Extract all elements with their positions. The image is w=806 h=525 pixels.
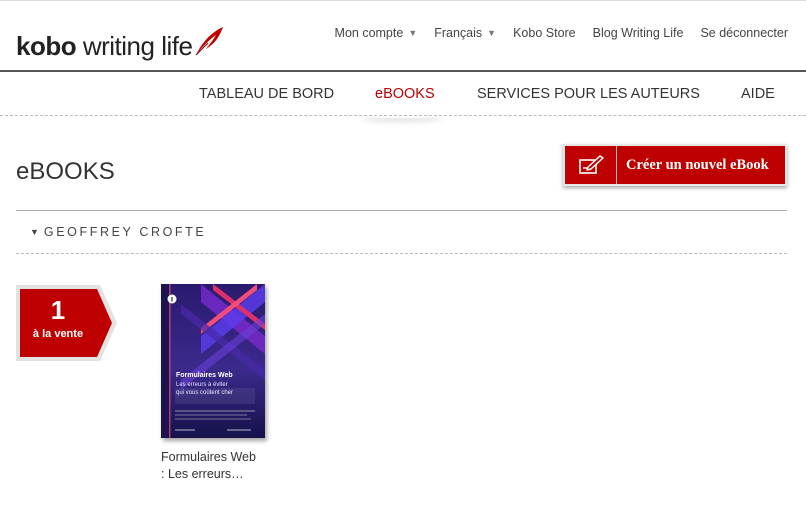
cover-subtitle-line2: qui vous coûtent cher — [176, 390, 233, 396]
language-menu[interactable]: Français ▼ — [434, 26, 496, 40]
nav-dashboard[interactable]: TABLEAU DE BORD — [199, 86, 334, 102]
pen-paper-icon — [565, 146, 617, 184]
logout-link[interactable]: Se déconnecter — [700, 26, 788, 40]
nav-help[interactable]: AIDE — [741, 86, 775, 102]
cover-title: Formulaires Web — [176, 372, 233, 379]
kobo-store-link[interactable]: Kobo Store — [513, 26, 576, 40]
active-nav-indicator — [362, 112, 442, 118]
nav-ebooks[interactable]: eBOOKS — [375, 86, 435, 102]
kobo-writing-life-logo[interactable]: kobo writing life — [16, 25, 224, 59]
author-section-toggle[interactable]: ▼ GEOFFREY CROFTE — [30, 225, 206, 239]
create-ebook-button[interactable]: Créer un nouvel eBook — [563, 144, 787, 186]
dashed-divider — [16, 253, 787, 254]
main-nav: TABLEAU DE BORD eBOOKS SERVICES POUR LES… — [0, 72, 806, 116]
book-cover[interactable]: Formulaires Web Les erreurs à éviter qui… — [161, 284, 265, 438]
book-cover-art: Formulaires Web Les erreurs à éviter qui… — [161, 284, 265, 438]
create-ebook-label: Créer un nouvel eBook — [626, 156, 769, 173]
feather-icon — [196, 27, 224, 56]
page-title: eBOOKS — [16, 158, 115, 185]
cover-subtitle-line1: Les erreurs à éviter — [176, 382, 228, 388]
top-header: kobo writing life Mon compte ▼ Français ▼ … — [0, 0, 806, 72]
header-links: Mon compte ▼ Français ▼ Kobo Store Blog Wr… — [335, 26, 788, 40]
chevron-down-icon: ▼ — [487, 28, 497, 38]
book-title[interactable]: Formulaires Web : Les erreurs… — [161, 449, 257, 483]
divider — [16, 210, 787, 211]
blog-link[interactable]: Blog Writing Life — [593, 26, 684, 40]
on-sale-label: à la vente — [32, 328, 84, 340]
logo-text: kobo writing life — [16, 31, 193, 61]
my-account-menu[interactable]: Mon compte ▼ — [335, 26, 418, 40]
on-sale-badge: 1 à la vente — [16, 285, 118, 366]
on-sale-count: 1 — [50, 295, 66, 325]
author-name: GEOFFREY CROFTE — [43, 225, 207, 239]
nav-author-services[interactable]: SERVICES POUR LES AUTEURS — [477, 86, 700, 102]
caret-down-icon: ▼ — [30, 227, 39, 237]
chevron-down-icon: ▼ — [408, 28, 418, 38]
